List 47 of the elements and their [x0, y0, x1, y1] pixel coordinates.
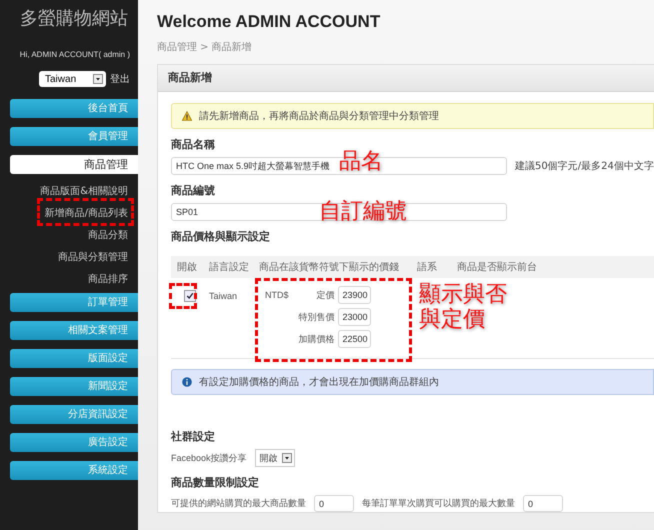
info-text: 有設定加購價格的商品，才會出現在加價購商品群組內	[199, 376, 439, 389]
price-field[interactable]: 23900	[338, 286, 371, 304]
price-label: 定價	[316, 288, 335, 302]
price-label: 特別售價	[298, 310, 335, 324]
column-header: 商品是否顯示前台	[457, 260, 537, 274]
currency-label: NTD$	[265, 290, 289, 302]
greeting-text: Hi, ADMIN ACCOUNT( admin )	[18, 50, 131, 59]
price-label: 加購價格	[298, 332, 335, 346]
site-title: 多螢購物網站	[19, 7, 129, 30]
language-select[interactable]: Taiwan	[39, 71, 106, 87]
submenu-item[interactable]: 商品排序	[88, 274, 128, 285]
breadcrumb: 商品管理 > 商品新增	[157, 40, 253, 54]
field-label: Facebook按讚分享	[171, 452, 247, 464]
field-label: 可提供的網站購買的最大商品數量	[171, 497, 306, 510]
check-icon	[186, 292, 194, 300]
max-quantity-field[interactable]: 0	[314, 495, 354, 512]
info-icon	[182, 377, 192, 387]
submenu-item[interactable]: 商品與分類管理	[58, 252, 128, 263]
warning-text: 請先新增商品，再將商品於商品與分類管理中分類管理	[199, 110, 439, 123]
price-field[interactable]: 22500	[338, 330, 371, 348]
section-title: 商品價格與顯示設定	[171, 229, 271, 244]
column-header: 語言設定	[209, 260, 250, 274]
submenu-item[interactable]: 新增商品/商品列表	[44, 208, 128, 219]
section-title: 社群設定	[171, 429, 216, 444]
field-hint: 建議50個字元/最多24個中文字	[515, 160, 654, 173]
dropdown-icon	[93, 74, 103, 84]
max-order-quantity-field[interactable]: 0	[523, 495, 563, 512]
submenu-item[interactable]: 商品分類	[88, 230, 128, 241]
warning-icon	[182, 111, 192, 121]
field-label: 每筆訂單單次購買可以購買的最大數量	[362, 497, 515, 510]
facebook-share-select[interactable]: 開啟	[254, 449, 295, 467]
logout-link[interactable]: 登出	[110, 72, 130, 86]
annotation-text: 顯示與否 與定價	[419, 282, 507, 333]
dropdown-icon	[282, 453, 292, 463]
column-header: 開啟	[176, 261, 198, 274]
price-field[interactable]: 23000	[338, 308, 371, 326]
submenu-item[interactable]: 商品版面&相關說明	[40, 186, 128, 197]
table-cell-text: Taiwan	[209, 290, 238, 303]
section-title: 商品數量限制設定	[171, 475, 260, 490]
checkbox[interactable]	[184, 290, 196, 302]
column-header: 商品在該貨幣符號下顯示的價錢	[259, 260, 400, 274]
menu-button[interactable]: 商品管理	[10, 155, 138, 174]
page-title: Welcome ADMIN ACCOUNT	[157, 12, 382, 32]
field-label: 商品名稱	[171, 137, 216, 152]
column-header: 語系	[417, 260, 438, 274]
field-label: 商品編號	[171, 183, 216, 198]
panel-title: 商品新增	[168, 71, 212, 84]
